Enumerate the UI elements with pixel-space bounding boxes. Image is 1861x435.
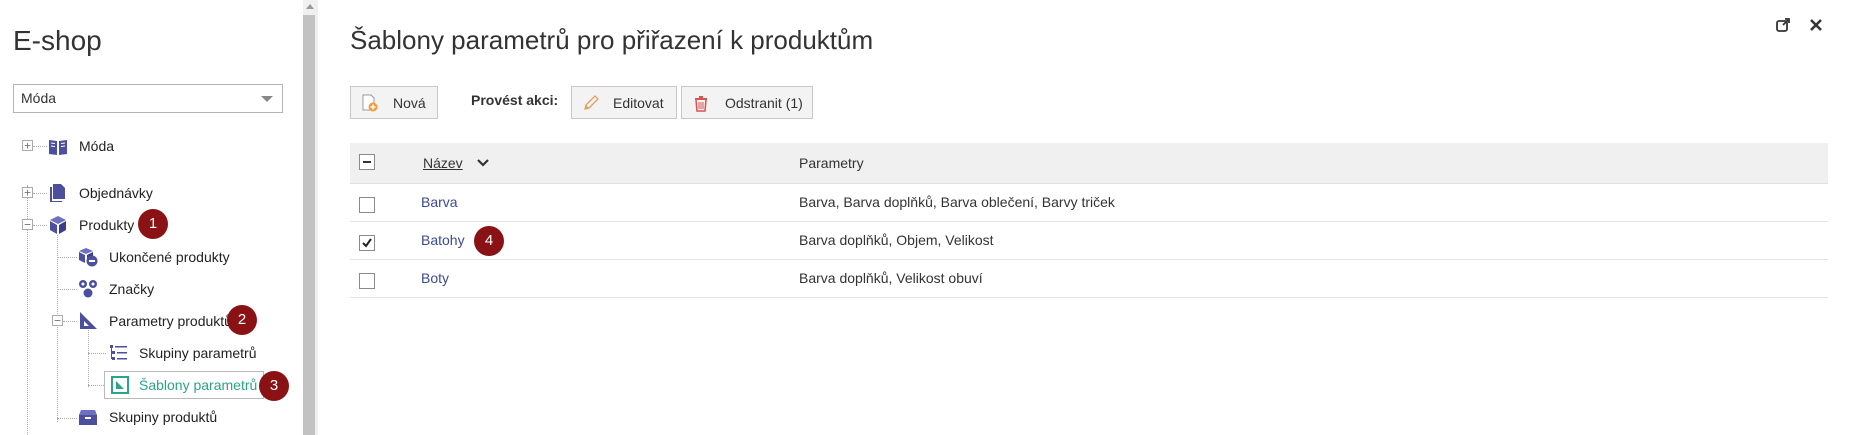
- close-icon[interactable]: [1808, 17, 1824, 33]
- checkmark-icon: [362, 238, 372, 248]
- expand-icon[interactable]: +: [22, 140, 33, 151]
- pencil-icon: [584, 95, 599, 110]
- tree-line: [33, 146, 47, 147]
- tree-line: [33, 193, 47, 194]
- sort-chevron-down-icon[interactable]: [477, 158, 489, 168]
- tree-item-label: Móda: [79, 138, 115, 154]
- select-all-checkbox[interactable]: [359, 154, 375, 170]
- tree-item-label: Skupiny produktů: [109, 409, 218, 425]
- delete-button-label: Odstranit (1): [725, 95, 803, 111]
- new-button-label: Nová: [393, 95, 426, 111]
- popout-icon[interactable]: [1775, 17, 1791, 33]
- collapse-icon[interactable]: −: [22, 219, 33, 230]
- set-square-icon: [80, 312, 97, 329]
- tree-line: [57, 418, 77, 419]
- tree-item-label: Šablony parametrů: [139, 377, 258, 393]
- tree-item-label: Skupiny parametrů: [139, 345, 257, 361]
- scroll-up-icon[interactable]: [306, 4, 314, 9]
- expand-icon[interactable]: +: [22, 187, 33, 198]
- table-row[interactable]: Barva Barva, Barva doplňků, Barva obleče…: [350, 184, 1828, 222]
- cube-icon: [50, 216, 66, 234]
- tree-line: [88, 353, 106, 354]
- panel-title: E-shop: [13, 25, 102, 56]
- template-icon: [111, 376, 129, 394]
- chevron-down-icon: [261, 96, 273, 102]
- circles-icon: [79, 280, 97, 298]
- table-header: Název Parametry: [350, 143, 1828, 184]
- table-row[interactable]: Batohy Barva doplňků, Objem, Velikost 4: [350, 222, 1828, 260]
- tree-line: [33, 225, 47, 226]
- row-params: Barva doplňků, Velikost obuví: [799, 270, 983, 286]
- marker-badge: 3: [259, 371, 289, 401]
- marker-badge: 1: [138, 209, 168, 239]
- trash-icon: [695, 96, 707, 112]
- left-panel: E-shop Móda + + − − Móda Objednávky Prod…: [0, 0, 303, 435]
- tree-item-label: Parametry produktů: [109, 313, 232, 329]
- book-icon: [49, 140, 67, 155]
- tree-line: [57, 289, 77, 290]
- edit-button-label: Editovat: [613, 95, 664, 111]
- new-document-icon: [362, 94, 378, 112]
- box-icon: [79, 410, 97, 425]
- list-icon: [110, 345, 127, 360]
- tree-line: [57, 257, 77, 258]
- tree-item-label: Ukončené produkty: [109, 249, 230, 265]
- row-params: Barva doplňků, Objem, Velikost: [799, 232, 994, 248]
- delete-button[interactable]: Odstranit (1): [681, 86, 813, 119]
- row-checkbox[interactable]: [359, 197, 375, 213]
- page-title: Šablony parametrů pro přiřazení k produk…: [350, 25, 874, 55]
- tree-line: [88, 330, 89, 387]
- new-button[interactable]: Nová: [350, 86, 438, 119]
- column-header-name[interactable]: Název: [423, 155, 463, 171]
- tree-line: [57, 235, 58, 422]
- marker-badge: 4: [474, 226, 504, 256]
- column-header-params: Parametry: [799, 155, 864, 171]
- collapse-icon[interactable]: −: [52, 315, 63, 326]
- action-label: Provést akci:: [471, 92, 559, 108]
- tree-line: [63, 321, 77, 322]
- row-name-link[interactable]: Batohy: [421, 232, 465, 248]
- scrollbar-thumb[interactable]: [303, 15, 315, 435]
- cube-stop-icon: [79, 248, 98, 267]
- edit-button[interactable]: Editovat: [571, 86, 677, 119]
- tree-item-label: Značky: [109, 281, 155, 297]
- documents-icon: [50, 184, 65, 202]
- row-checkbox[interactable]: [359, 273, 375, 289]
- row-checkbox[interactable]: [359, 235, 375, 251]
- row-name-link[interactable]: Barva: [421, 194, 458, 210]
- tree-line: [88, 385, 104, 386]
- tree-item-label: Objednávky: [79, 185, 153, 201]
- minus-icon: [363, 161, 371, 163]
- table-row[interactable]: Boty Barva doplňků, Velikost obuví: [350, 260, 1828, 298]
- tree-item-label: Produkty: [79, 217, 135, 233]
- row-params: Barva, Barva doplňků, Barva oblečení, Ba…: [799, 194, 1115, 210]
- shop-select[interactable]: Móda: [13, 84, 283, 113]
- marker-badge: 2: [227, 305, 257, 335]
- shop-select-value: Móda: [21, 90, 57, 106]
- row-name-link[interactable]: Boty: [421, 270, 449, 286]
